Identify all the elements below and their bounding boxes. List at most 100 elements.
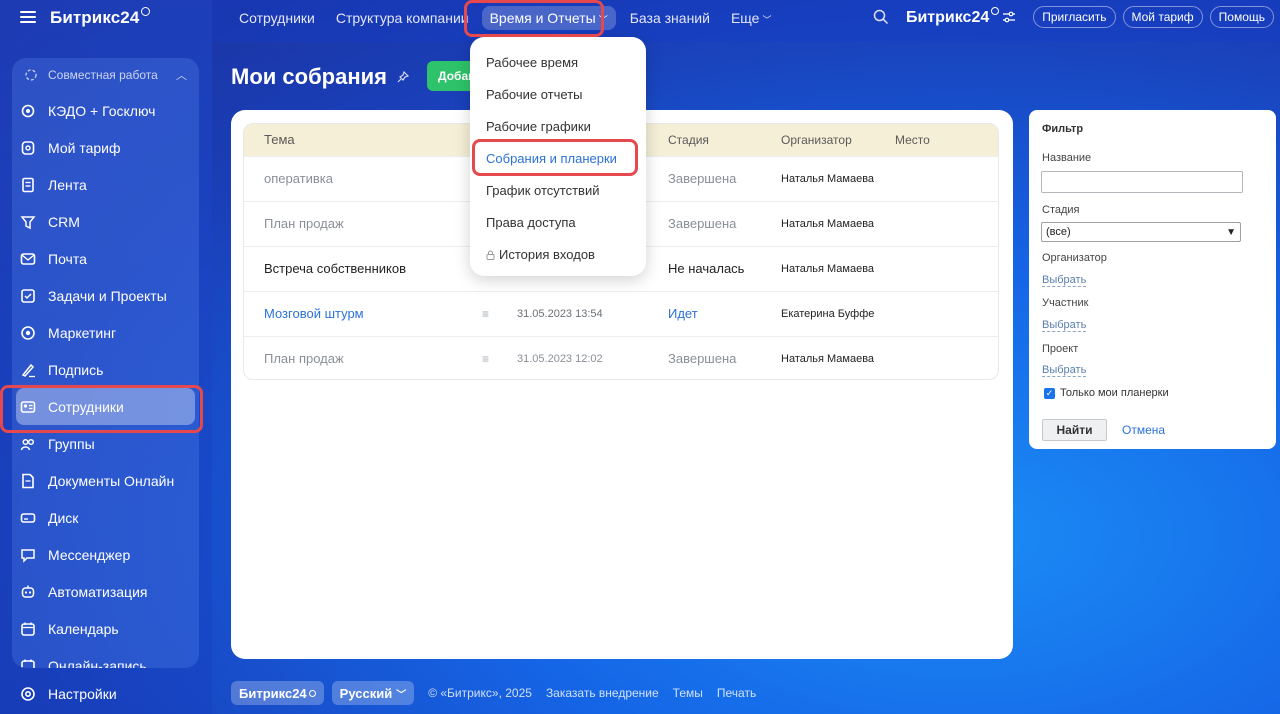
footer-logo-button[interactable]: Битрикс24 — [231, 681, 324, 705]
filter-stage-value: (все) — [1046, 226, 1071, 238]
sidebar-item-documents[interactable]: Документы Онлайн — [12, 462, 199, 499]
sidebar-item-feed[interactable]: Лента — [12, 166, 199, 203]
footer-logo-text: Битрикс24 — [239, 685, 307, 701]
only-mine-checkbox-row[interactable]: ✓ Только мои планерки — [1044, 387, 1169, 399]
sidebar-item-crm[interactable]: CRM — [12, 203, 199, 240]
column-stage[interactable]: Стадия — [668, 124, 709, 156]
nav-employees[interactable]: Сотрудники — [239, 10, 315, 26]
row-organizer[interactable]: Наталья Мамаева — [781, 337, 874, 379]
invite-button[interactable]: Пригласить — [1033, 6, 1116, 28]
sidebar-item-signature[interactable]: Подпись — [12, 351, 199, 388]
dropdown-item[interactable]: Рабочие отчеты — [470, 79, 646, 111]
add-meeting-button[interactable]: Добавить — [427, 61, 475, 91]
sidebar-item-booking[interactable]: Онлайн-запись — [12, 647, 199, 668]
sidebar-item-disk[interactable]: Диск — [12, 499, 199, 536]
sidebar-item-label: Диск — [48, 509, 79, 526]
row-topic[interactable]: оперативка — [264, 157, 333, 201]
filter-participant-choose[interactable]: Выбрать — [1042, 319, 1087, 332]
row-date: 31.05.2023 13:54 — [517, 308, 603, 320]
row-organizer[interactable]: Наталья Мамаева — [781, 202, 874, 246]
row-organizer[interactable]: Наталья Мамаева — [781, 247, 874, 291]
logo[interactable]: Битрикс24 — [50, 6, 151, 28]
sidebar-group-header[interactable]: Совместная работа ︿ — [12, 58, 199, 92]
dropdown-item[interactable]: График отсутствий — [470, 175, 646, 207]
nav-knowledge-base[interactable]: База знаний — [630, 10, 710, 26]
only-mine-label: Только мои планерки — [1060, 387, 1169, 399]
sidebar-item-kedo[interactable]: КЭДО + Госключ — [12, 92, 199, 129]
table-row[interactable]: План продаж ≡ 31.05.2023 12:02 Завершена Нат… — [244, 336, 998, 379]
column-topic[interactable]: Тема — [264, 124, 295, 156]
sidebar-logo-row: Битрикс24 — [20, 6, 151, 28]
sidebar-item-label: Задачи и Проекты — [48, 287, 167, 304]
sidebar-item-messenger[interactable]: Мессенджер — [12, 536, 199, 573]
sidebar-item-settings[interactable]: Настройки — [20, 686, 117, 702]
marketing-icon — [20, 325, 36, 341]
chevron-down-icon: ﹀ — [396, 689, 407, 701]
cancel-link[interactable]: Отмена — [1122, 423, 1165, 437]
table-row[interactable]: Мозговой штурм ≡ 31.05.2023 13:54 Идет Екате… — [244, 291, 998, 336]
filter-name-input[interactable] — [1041, 171, 1243, 193]
row-topic[interactable]: План продаж — [264, 337, 344, 379]
sidebar-item-label: Документы Онлайн — [48, 472, 175, 489]
sidebar-item-tariff[interactable]: Мой тариф — [12, 129, 199, 166]
search-icon[interactable] — [873, 9, 889, 25]
column-organizer[interactable]: Организатор — [781, 124, 852, 156]
sidebar-item-mail[interactable]: Почта — [12, 240, 199, 277]
dropdown-item[interactable]: История входов — [470, 239, 646, 271]
filter-project-choose[interactable]: Выбрать — [1042, 364, 1087, 377]
nav-time-reports[interactable]: Время и Отчеты ﹀ — [481, 6, 616, 30]
filter-participant-label: Участник — [1042, 297, 1089, 309]
row-organizer[interactable]: Екатерина Буффе — [781, 292, 874, 336]
sidebar-item-employees[interactable]: Сотрудники — [16, 388, 195, 425]
dropdown-item[interactable]: Рабочее время — [470, 47, 646, 79]
dropdown-item[interactable]: Права доступа — [470, 207, 646, 239]
pin-icon[interactable] — [397, 71, 409, 83]
sidebar-item-tasks[interactable]: Задачи и Проекты — [12, 277, 199, 314]
sidebar-item-label: CRM — [48, 213, 80, 230]
dropdown-item-label: Рабочие отчеты — [486, 87, 583, 102]
find-button[interactable]: Найти — [1042, 419, 1107, 441]
chevron-down-icon: ▼ — [1226, 227, 1236, 238]
footer-themes-link[interactable]: Темы — [673, 686, 703, 700]
footer-print-link[interactable]: Печать — [717, 686, 756, 700]
messenger-icon — [20, 547, 36, 563]
row-stage: Завершена — [668, 216, 737, 231]
row-topic[interactable]: Мозговой штурм — [264, 292, 364, 336]
row-stage: Завершена — [668, 171, 737, 186]
my-tariff-button[interactable]: Мой тариф — [1122, 6, 1203, 28]
sidebar-item-automation[interactable]: Автоматизация — [12, 573, 199, 610]
page-title: Мои собрания — [231, 64, 409, 90]
menu-burger-icon[interactable] — [20, 11, 36, 23]
sidebar-item-groups[interactable]: Группы — [12, 425, 199, 462]
filter-stage-select[interactable]: (все) ▼ — [1041, 222, 1241, 242]
sidebar-item-calendar[interactable]: Календарь — [12, 610, 199, 647]
filter-organizer-choose[interactable]: Выбрать — [1042, 274, 1087, 287]
row-topic[interactable]: Встреча собственников — [264, 247, 406, 291]
crm-icon — [20, 214, 36, 230]
sidebar-item-marketing[interactable]: Маркетинг — [12, 314, 199, 351]
top-logo[interactable]: Битрикс24 — [906, 7, 1000, 27]
footer-order-link[interactable]: Заказать внедрение — [546, 686, 659, 700]
help-button[interactable]: Помощь — [1209, 6, 1274, 28]
chevron-down-icon: ﹀ — [598, 15, 608, 25]
column-place[interactable]: Место — [895, 124, 930, 156]
dropdown-item-label: График отсутствий — [486, 183, 600, 198]
language-select[interactable]: Русский ﹀ — [331, 681, 415, 705]
sidebar-item-label: Лента — [48, 176, 87, 193]
top-bar: Сотрудники Структура компании Время и От… — [212, 0, 1280, 42]
nav-more[interactable]: Еще ﹀ — [731, 10, 772, 26]
chevron-down-icon: ﹀ — [762, 15, 772, 25]
nav-company-structure[interactable]: Структура компании — [336, 10, 469, 26]
nav-time-reports-label: Время и Отчеты — [489, 10, 596, 26]
row-menu-icon[interactable]: ≡ — [482, 337, 489, 379]
filter-project-label: Проект — [1042, 343, 1079, 355]
row-organizer[interactable]: Наталья Мамаева — [781, 157, 874, 201]
dropdown-item[interactable]: Рабочие графики — [470, 111, 646, 143]
row-menu-icon[interactable]: ≡ — [482, 292, 489, 336]
clock-icon — [308, 689, 316, 697]
row-topic[interactable]: План продаж — [264, 202, 344, 246]
dropdown-item[interactable]: Собрания и планерки — [470, 143, 646, 175]
nav-more-label: Еще — [730, 10, 760, 26]
settings-sliders-icon[interactable] — [1002, 11, 1016, 23]
checkbox-checked-icon[interactable]: ✓ — [1044, 387, 1055, 399]
